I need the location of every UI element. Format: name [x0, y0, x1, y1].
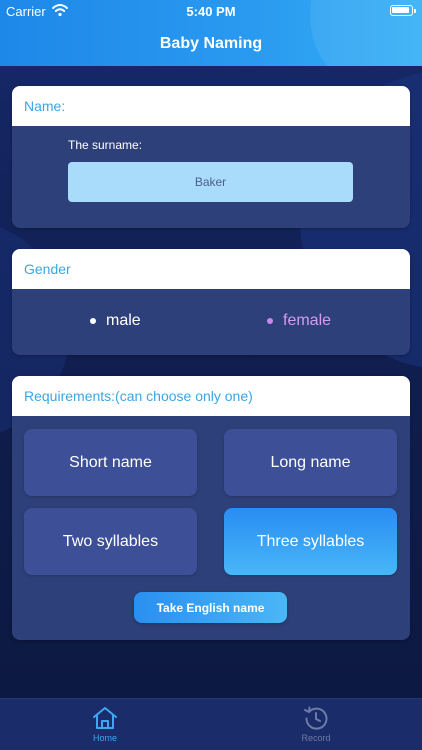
status-bar: Carrier 5:40 PM [0, 0, 422, 22]
gender-option-male[interactable]: male [90, 312, 141, 330]
requirements-card: Requirements:(can choose only one) Short… [12, 376, 410, 640]
gender-option-label: female [283, 312, 332, 329]
gender-option-female[interactable]: female [267, 312, 331, 330]
name-card: Name: The surname: [12, 86, 410, 228]
tab-record-label: Record [301, 733, 331, 743]
requirements-card-header: Requirements:(can choose only one) [12, 376, 410, 416]
battery-icon [390, 5, 416, 16]
tab-bar: Home Record [0, 698, 422, 750]
nav-header: Carrier 5:40 PM Baby Naming [0, 0, 422, 66]
gender-card-header: Gender [12, 249, 410, 289]
tab-home[interactable]: Home [75, 705, 135, 743]
home-icon [93, 707, 117, 729]
status-time: 5:40 PM [186, 4, 236, 19]
radio-dot-icon [90, 318, 96, 324]
radio-dot-icon [267, 318, 273, 324]
short-name-button[interactable]: Short name [24, 429, 197, 496]
three-syllables-button[interactable]: Three syllables [224, 508, 397, 575]
tab-record[interactable]: Record [286, 705, 346, 743]
tab-home-label: Home [92, 733, 117, 743]
record-icon [304, 706, 328, 730]
long-name-button[interactable]: Long name [224, 429, 397, 496]
gender-card: Gender male female [12, 249, 410, 355]
two-syllables-button[interactable]: Two syllables [24, 508, 197, 575]
name-card-header: Name: [12, 86, 410, 126]
page-title: Baby Naming [159, 35, 263, 52]
surname-label: The surname: [68, 138, 143, 152]
take-english-name-button[interactable]: Take English name [134, 592, 287, 623]
gender-option-label: male [106, 312, 141, 329]
surname-input[interactable] [68, 162, 353, 202]
